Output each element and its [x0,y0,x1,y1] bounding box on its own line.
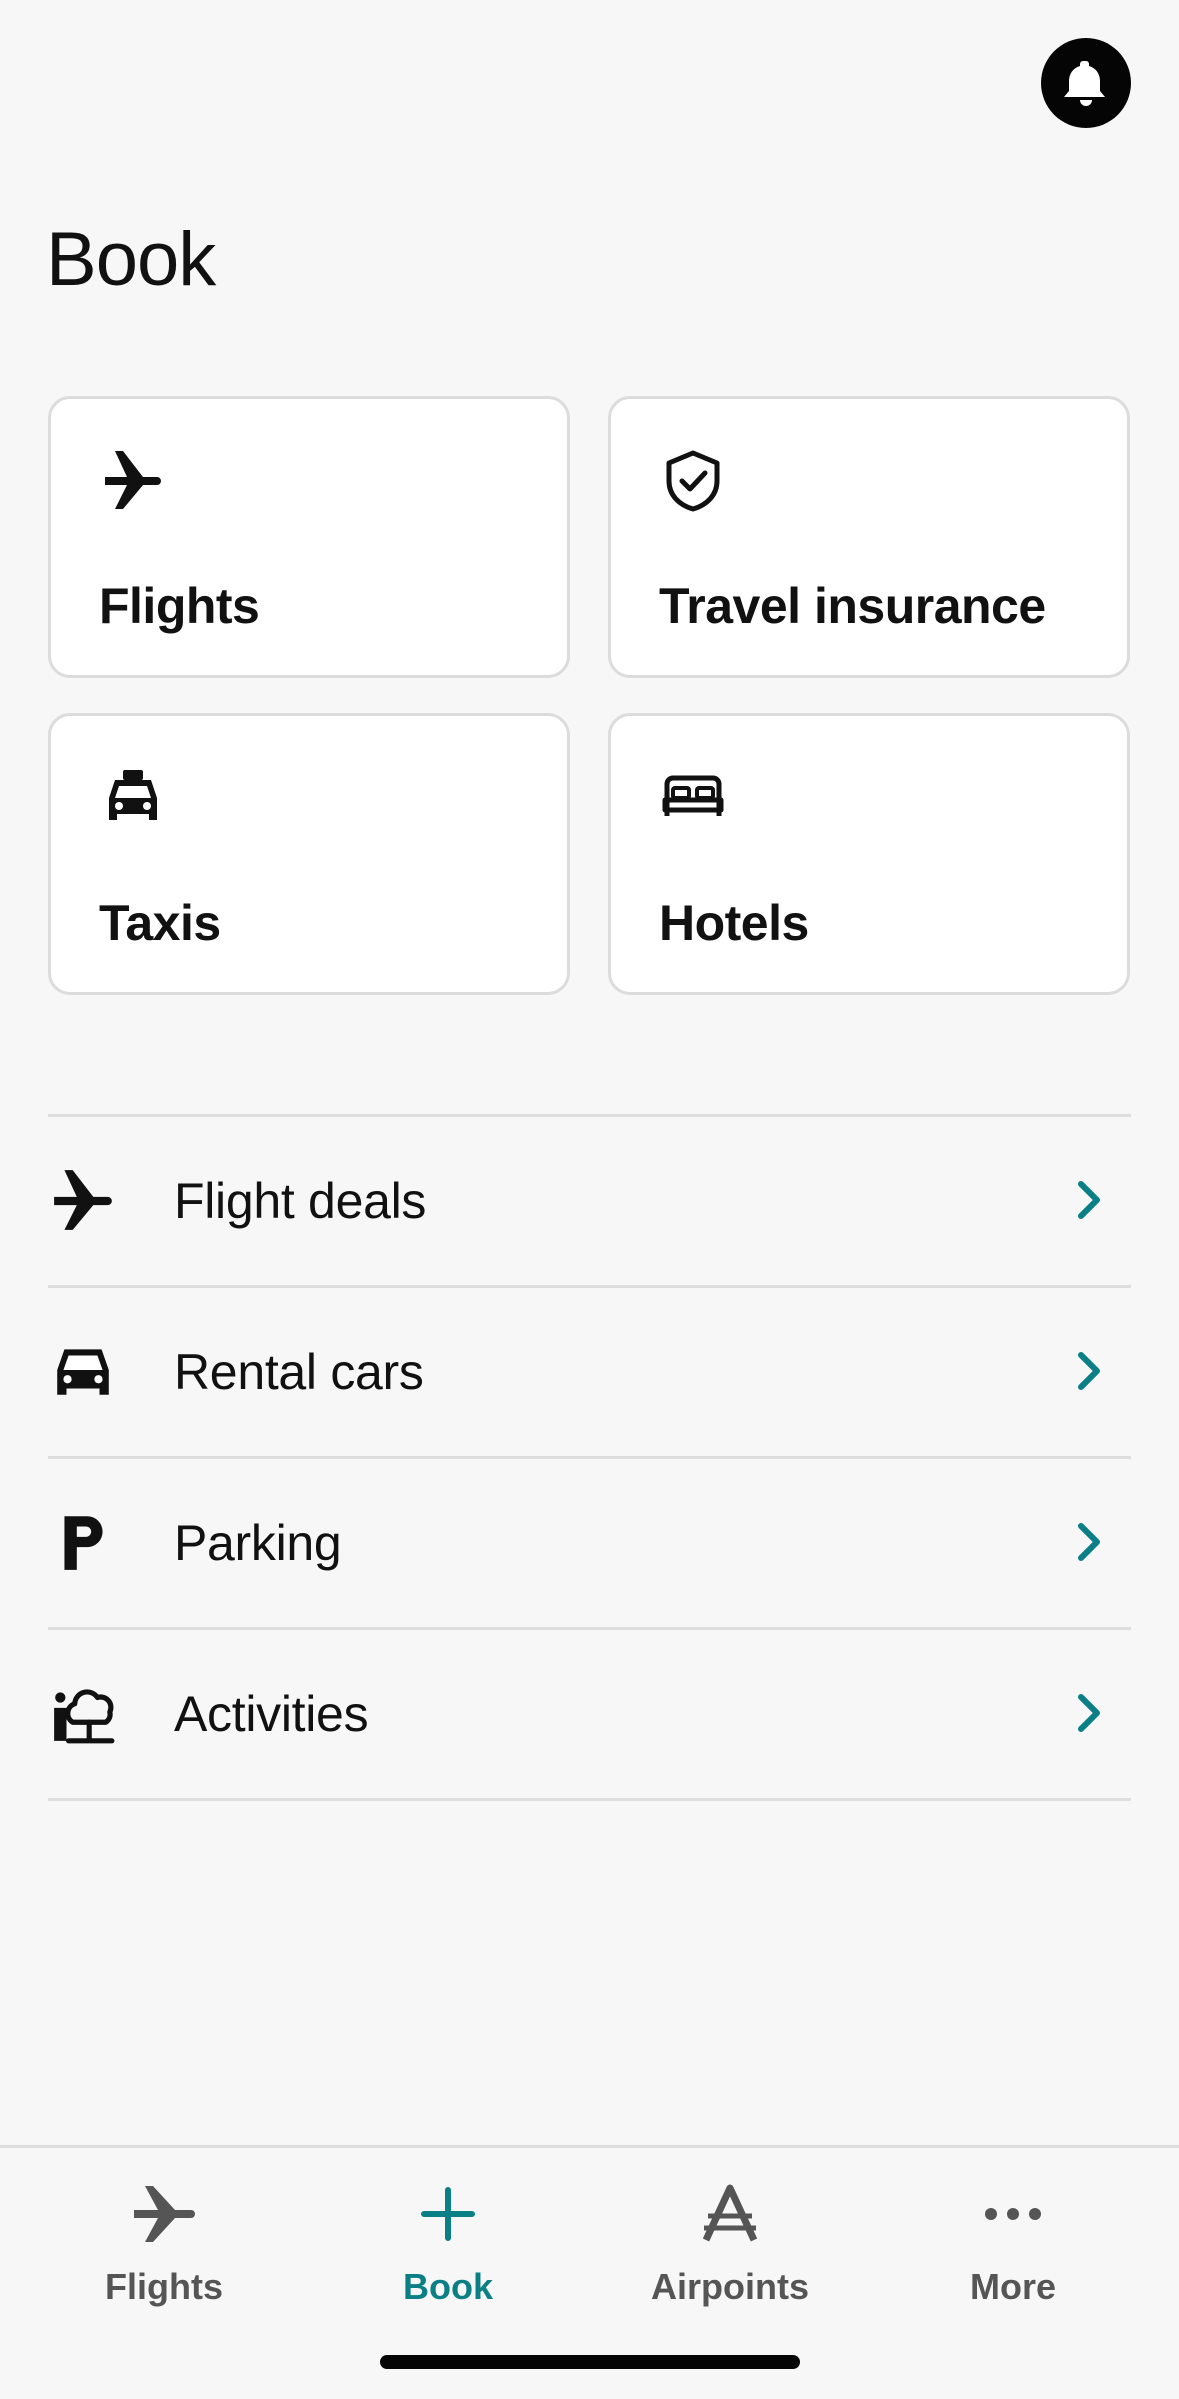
plus-icon [421,2187,475,2241]
list-item-activities[interactable]: Activities [48,1630,1131,1801]
chevron-right-icon [1078,1523,1100,1561]
booking-options-list: Flight deals Rental cars Parking Activit… [48,1114,1131,1801]
notifications-button[interactable] [1041,38,1131,128]
shield-check-icon [666,450,720,512]
tab-label: Airpoints [651,2266,809,2307]
activities-icon [54,1689,115,1744]
chevron-right-icon [1078,1181,1100,1219]
list-item-rental-cars[interactable]: Rental cars [48,1288,1131,1459]
parking-icon [64,1516,103,1570]
card-flights[interactable]: Flights [48,396,570,678]
more-dots-icon [985,2208,1041,2220]
chevron-right-icon [1078,1694,1100,1732]
list-item-flight-deals[interactable]: Flight deals [48,1117,1131,1288]
bed-icon [662,775,724,816]
tab-flights[interactable]: Flights [44,2178,284,2308]
card-label: Taxis [99,895,221,951]
card-label: Hotels [659,895,809,951]
chevron-right-icon [1078,1352,1100,1390]
tab-book[interactable]: Book [328,2178,568,2308]
plane-icon [134,2186,195,2242]
list-item-label: Flight deals [174,1173,427,1229]
list-item-label: Rental cars [174,1344,424,1400]
car-icon [57,1349,109,1395]
card-travel-insurance[interactable]: Travel insurance [608,396,1130,678]
card-hotels[interactable]: Hotels [608,713,1130,995]
list-item-label: Parking [174,1515,342,1571]
card-label: Travel insurance [659,578,1046,634]
page-title: Book [46,217,216,302]
home-indicator [380,2355,800,2369]
tab-label: Book [403,2266,493,2307]
list-item-parking[interactable]: Parking [48,1459,1131,1630]
bell-icon [1064,61,1105,106]
tab-label: Flights [105,2266,223,2307]
card-taxis[interactable]: Taxis [48,713,570,995]
card-label: Flights [99,578,260,634]
taxi-icon [109,770,157,820]
tab-label: More [969,2266,1056,2307]
tab-more[interactable]: More [893,2178,1133,2308]
list-item-label: Activities [174,1686,369,1742]
tab-airpoints[interactable]: Airpoints [610,2178,850,2308]
airpoints-icon [702,2184,758,2242]
plane-icon [105,451,161,509]
plane-icon [54,1170,112,1230]
